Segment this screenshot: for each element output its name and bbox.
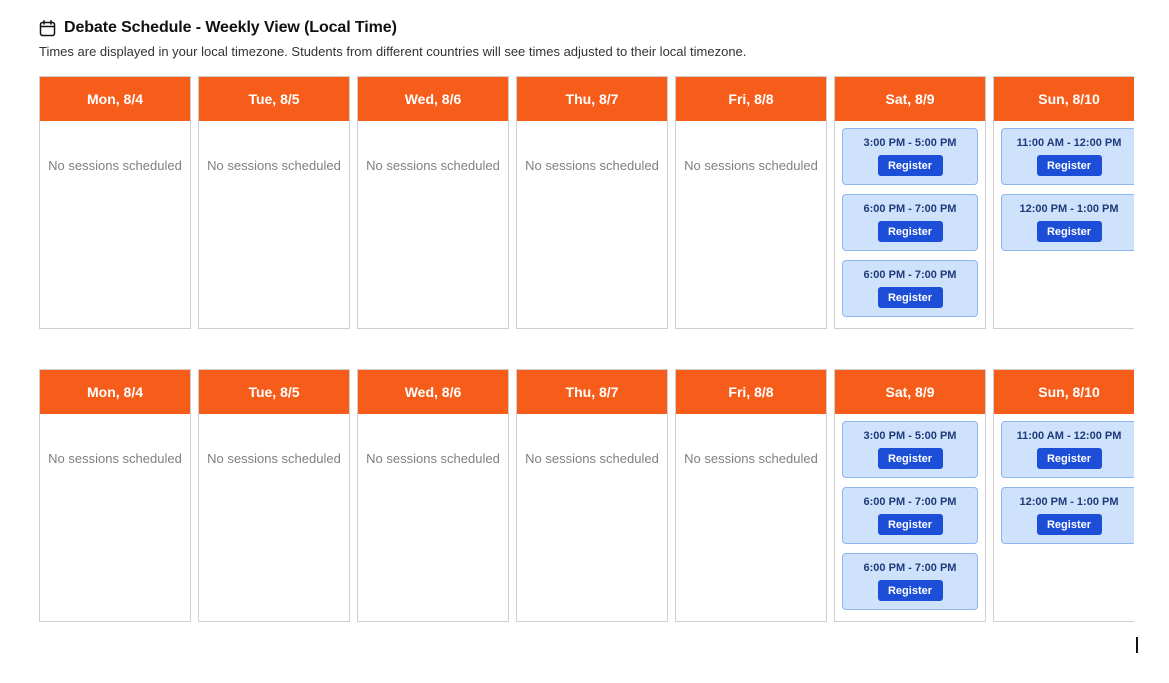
schedule-header: Debate Schedule - Weekly View (Local Tim… <box>39 19 397 37</box>
session-card: 6:00 PM - 7:00 PM Register <box>842 553 978 610</box>
session-time: 11:00 AM - 12:00 PM <box>1016 137 1122 149</box>
day-header: Thu, 8/7 <box>517 77 667 121</box>
register-button[interactable]: Register <box>877 287 943 308</box>
day-header: Fri, 8/8 <box>676 370 826 414</box>
day-column: Sat, 8/9 3:00 PM - 5:00 PM Register 6:00 PM… <box>834 76 986 329</box>
week-grid: Mon, 8/4 No sessions scheduled Tue, 8/5 No … <box>39 369 1134 622</box>
session-card: 3:00 PM - 5:00 PM Register <box>842 421 978 478</box>
session-time: 12:00 PM - 1:00 PM <box>1019 496 1119 508</box>
no-sessions-text: No sessions scheduled <box>207 451 341 466</box>
day-header: Tue, 8/5 <box>199 370 349 414</box>
register-button[interactable]: Register <box>1036 514 1102 535</box>
session-time: 3:00 PM - 5:00 PM <box>863 137 957 149</box>
no-sessions-text: No sessions scheduled <box>207 158 341 173</box>
day-column: Fri, 8/8 No sessions scheduled <box>675 76 827 329</box>
session-list: 11:00 AM - 12:00 PM Register 12:00 PM - 1:… <box>994 414 1134 544</box>
session-list: 3:00 PM - 5:00 PM Register 6:00 PM - 7:00 … <box>835 121 985 317</box>
calendar-icon <box>39 19 56 37</box>
day-header: Mon, 8/4 <box>40 77 190 121</box>
day-column: Tue, 8/5 No sessions scheduled <box>198 76 350 329</box>
register-button[interactable]: Register <box>1036 155 1102 176</box>
day-column: Mon, 8/4 No sessions scheduled <box>39 76 191 329</box>
day-column: Thu, 8/7 No sessions scheduled <box>516 369 668 622</box>
page-title: Debate Schedule - Weekly View (Local Tim… <box>64 19 397 36</box>
text-cursor <box>1136 637 1138 653</box>
session-time: 6:00 PM - 7:00 PM <box>863 562 957 574</box>
week-grid: Mon, 8/4 No sessions scheduled Tue, 8/5 No … <box>39 76 1134 329</box>
day-column: Sun, 8/10 11:00 AM - 12:00 PM Register 12:0… <box>993 76 1134 329</box>
no-sessions-text: No sessions scheduled <box>525 158 659 173</box>
day-header: Sat, 8/9 <box>835 77 985 121</box>
day-header: Thu, 8/7 <box>517 370 667 414</box>
day-column: Sat, 8/9 3:00 PM - 5:00 PM Register 6:00 PM… <box>834 369 986 622</box>
session-card: 12:00 PM - 1:00 PM Register <box>1001 487 1134 544</box>
day-header: Wed, 8/6 <box>358 77 508 121</box>
page-subtitle: Times are displayed in your local timezo… <box>39 44 747 59</box>
register-button[interactable]: Register <box>877 514 943 535</box>
register-button[interactable]: Register <box>877 155 943 176</box>
day-column: Wed, 8/6 No sessions scheduled <box>357 76 509 329</box>
register-button[interactable]: Register <box>1036 448 1102 469</box>
no-sessions-text: No sessions scheduled <box>48 451 182 466</box>
session-card: 12:00 PM - 1:00 PM Register <box>1001 194 1134 251</box>
session-card: 11:00 AM - 12:00 PM Register <box>1001 128 1134 185</box>
day-header: Wed, 8/6 <box>358 370 508 414</box>
session-card: 6:00 PM - 7:00 PM Register <box>842 194 978 251</box>
day-column: Mon, 8/4 No sessions scheduled <box>39 369 191 622</box>
no-sessions-text: No sessions scheduled <box>684 451 818 466</box>
day-column: Fri, 8/8 No sessions scheduled <box>675 369 827 622</box>
session-time: 11:00 AM - 12:00 PM <box>1016 430 1122 442</box>
session-card: 3:00 PM - 5:00 PM Register <box>842 128 978 185</box>
day-column: Tue, 8/5 No sessions scheduled <box>198 369 350 622</box>
no-sessions-text: No sessions scheduled <box>525 451 659 466</box>
no-sessions-text: No sessions scheduled <box>366 451 500 466</box>
day-column: Thu, 8/7 No sessions scheduled <box>516 76 668 329</box>
day-header: Mon, 8/4 <box>40 370 190 414</box>
register-button[interactable]: Register <box>877 448 943 469</box>
session-list: 3:00 PM - 5:00 PM Register 6:00 PM - 7:00 … <box>835 414 985 610</box>
session-time: 6:00 PM - 7:00 PM <box>863 203 957 215</box>
session-card: 6:00 PM - 7:00 PM Register <box>842 487 978 544</box>
day-header: Sun, 8/10 <box>994 77 1134 121</box>
register-button[interactable]: Register <box>877 580 943 601</box>
session-time: 3:00 PM - 5:00 PM <box>863 430 957 442</box>
day-header: Sat, 8/9 <box>835 370 985 414</box>
register-button[interactable]: Register <box>1036 221 1102 242</box>
session-list: 11:00 AM - 12:00 PM Register 12:00 PM - 1:… <box>994 121 1134 251</box>
session-card: 6:00 PM - 7:00 PM Register <box>842 260 978 317</box>
session-time: 6:00 PM - 7:00 PM <box>863 269 957 281</box>
register-button[interactable]: Register <box>877 221 943 242</box>
no-sessions-text: No sessions scheduled <box>366 158 500 173</box>
no-sessions-text: No sessions scheduled <box>48 158 182 173</box>
session-time: 6:00 PM - 7:00 PM <box>863 496 957 508</box>
no-sessions-text: No sessions scheduled <box>684 158 818 173</box>
day-column: Sun, 8/10 11:00 AM - 12:00 PM Register 12:0… <box>993 369 1134 622</box>
day-header: Sun, 8/10 <box>994 370 1134 414</box>
session-time: 12:00 PM - 1:00 PM <box>1019 203 1119 215</box>
day-header: Tue, 8/5 <box>199 77 349 121</box>
session-card: 11:00 AM - 12:00 PM Register <box>1001 421 1134 478</box>
day-header: Fri, 8/8 <box>676 77 826 121</box>
day-column: Wed, 8/6 No sessions scheduled <box>357 369 509 622</box>
